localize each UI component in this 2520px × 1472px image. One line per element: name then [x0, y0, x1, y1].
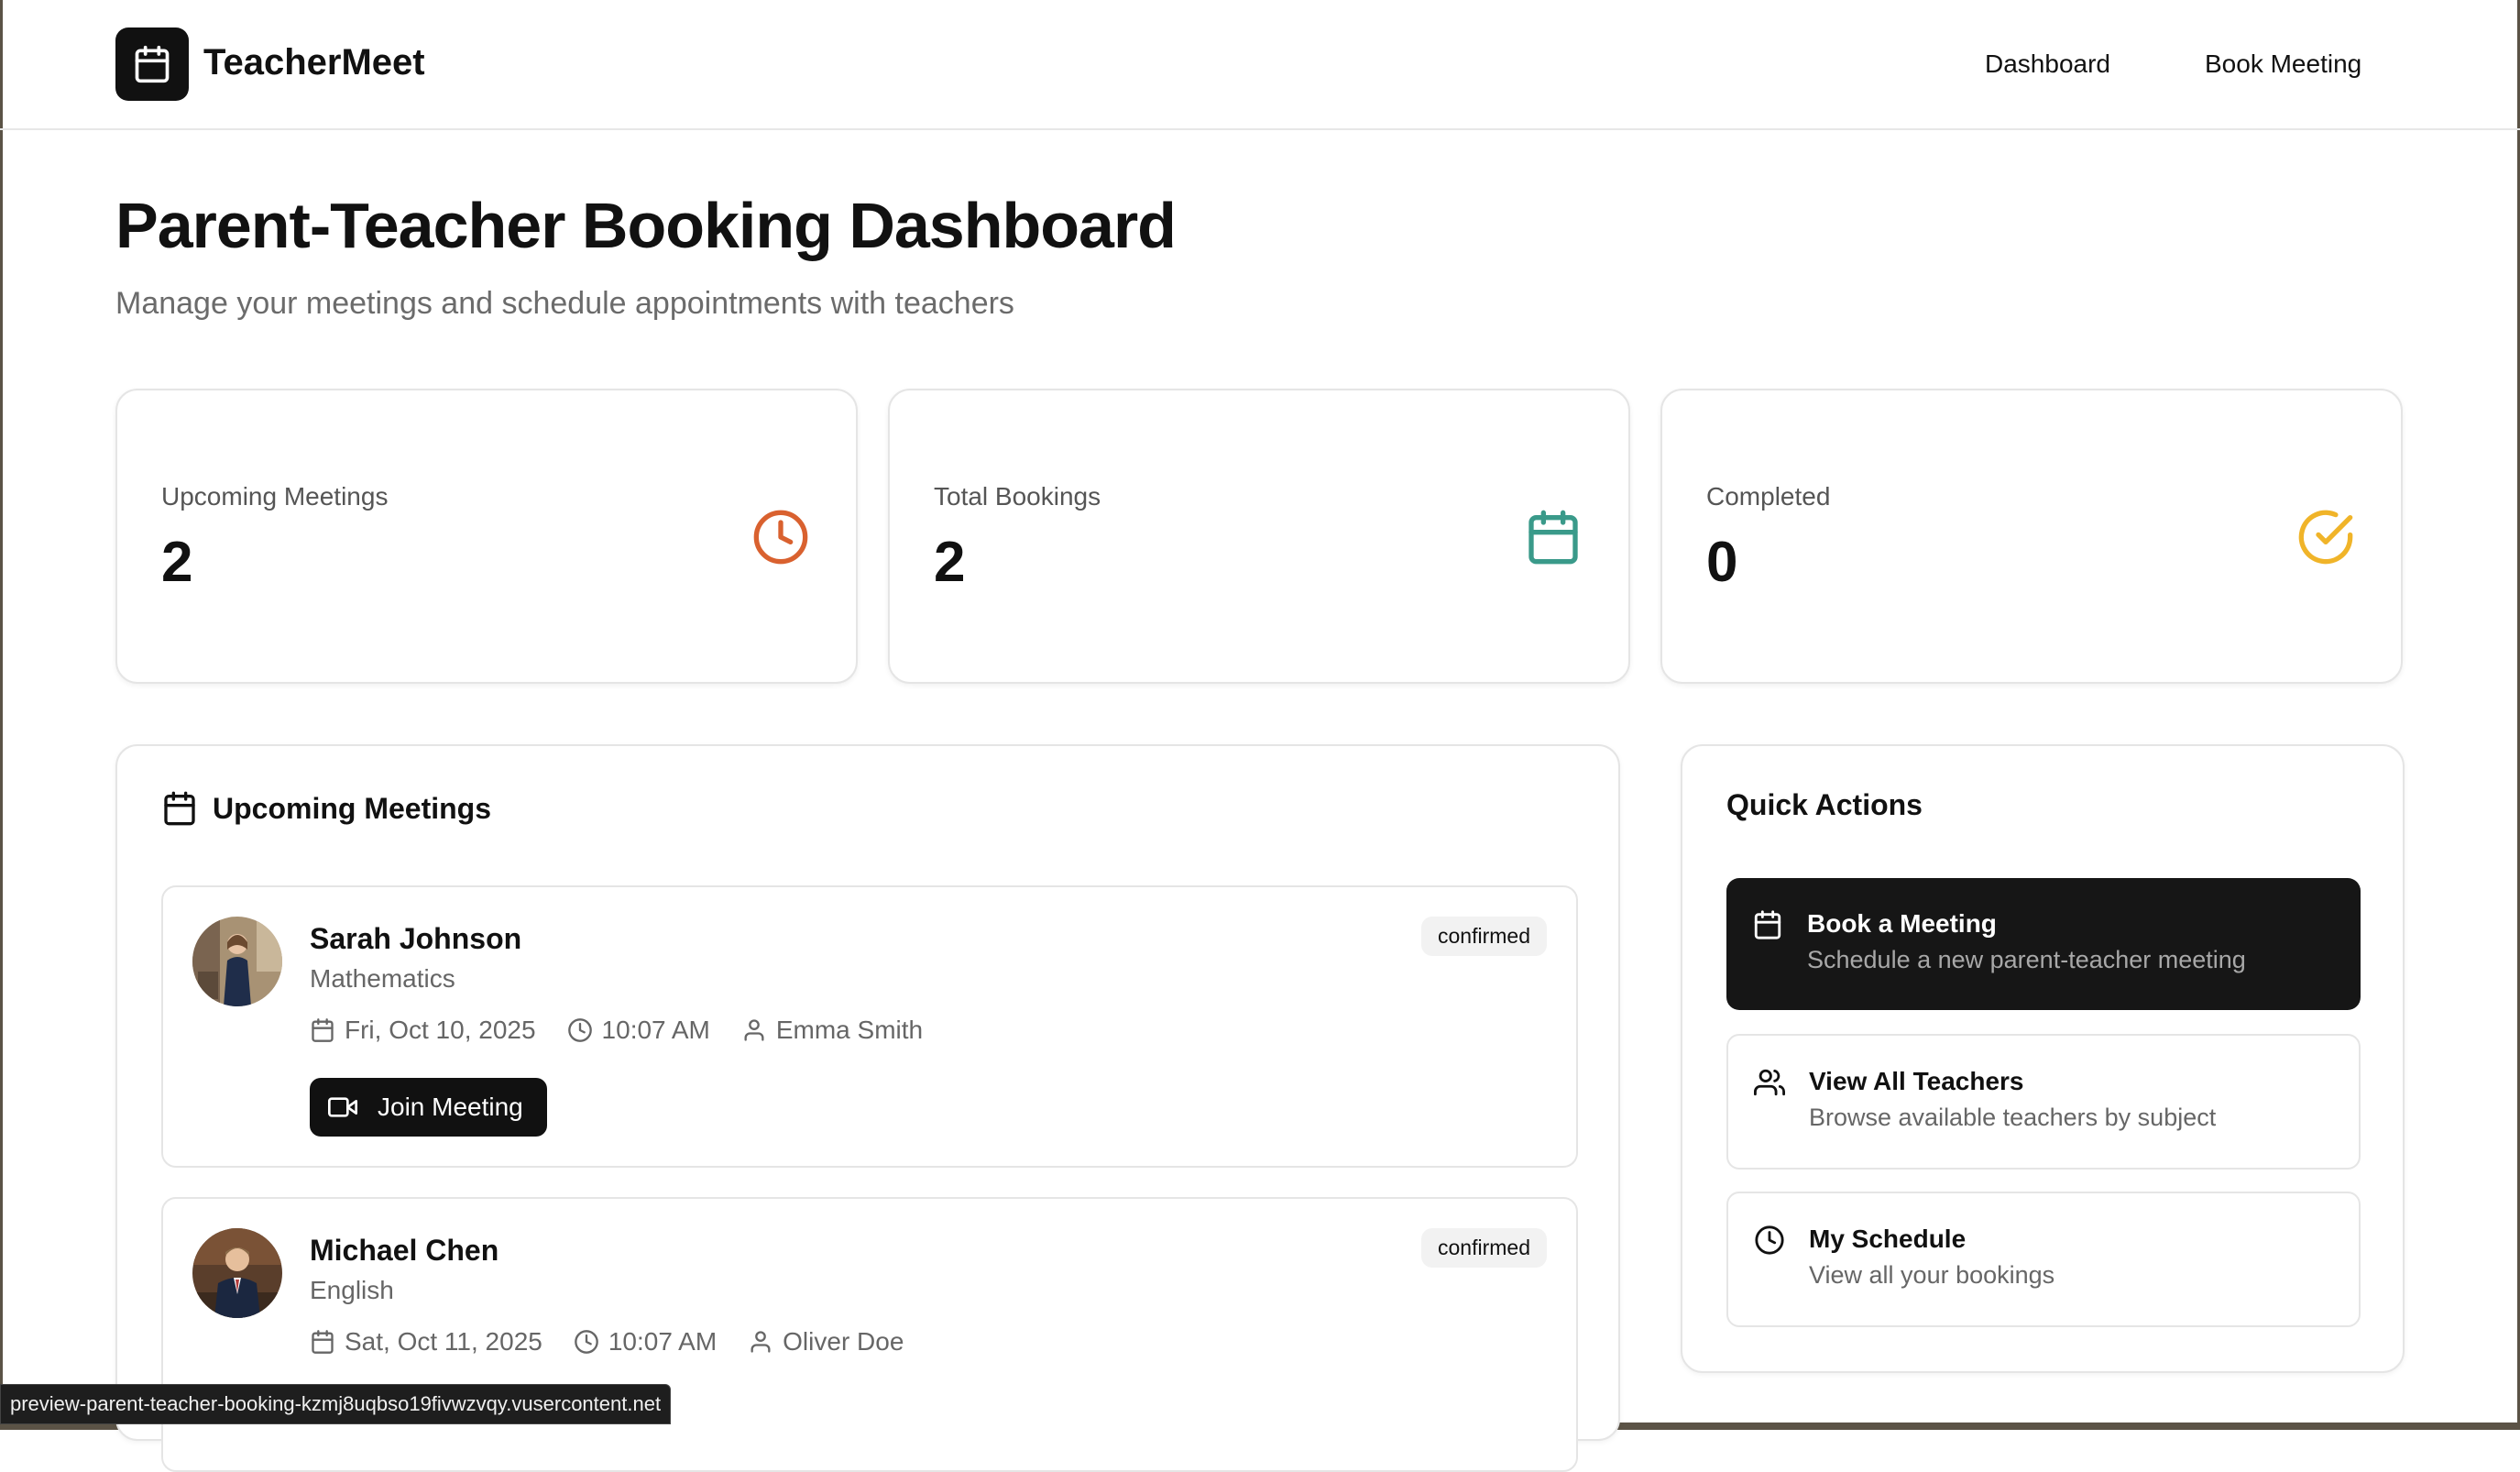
user-icon	[751, 1331, 771, 1353]
clock-icon	[575, 1330, 598, 1354]
view-teachers-action[interactable]: View All Teachers Browse available teach…	[1726, 1034, 2361, 1170]
meeting-card[interactable]: Michael Chen English confirmed Sat, Oct …	[161, 1197, 1578, 1472]
calendar-icon	[135, 45, 170, 83]
action-label: View All Teachers	[1809, 1067, 2024, 1095]
action-label: My Schedule	[1809, 1225, 1967, 1253]
my-schedule-action[interactable]: My Schedule View all your bookings	[1726, 1192, 2361, 1327]
teacher-name: Sarah Johnson	[310, 922, 522, 955]
meeting-meta: Fri, Oct 10, 2025 10:07 AM Emma Smith	[310, 1016, 954, 1045]
status-badge: confirmed	[1421, 917, 1547, 956]
student-name: Emma Smith	[775, 1016, 924, 1044]
calendar-icon	[312, 1018, 334, 1042]
brand-name[interactable]: TeacherMeet	[203, 42, 425, 83]
teacher-avatar	[192, 1228, 282, 1318]
app-logo[interactable]	[115, 27, 189, 101]
teacher-subject: English	[310, 1276, 394, 1304]
quick-actions-panel: Quick Actions Book a Meeting Schedule a …	[1681, 744, 2405, 1373]
join-meeting-button[interactable]: Join Meeting	[310, 1078, 547, 1137]
stat-label: Upcoming Meetings	[161, 482, 389, 511]
calendar-icon	[312, 1330, 334, 1354]
action-label: Book a Meeting	[1807, 909, 1997, 938]
stat-value: 2	[934, 531, 966, 594]
teacher-subject: Mathematics	[310, 964, 455, 993]
page-title: Parent-Teacher Booking Dashboard	[115, 190, 1177, 261]
status-bar-url: preview-parent-teacher-booking-kzmj8uqbs…	[0, 1384, 672, 1424]
calendar-icon	[164, 791, 195, 826]
window-frame-left	[0, 0, 3, 1430]
meeting-time: 10:07 AM	[608, 1327, 718, 1356]
status-badge: confirmed	[1421, 1228, 1547, 1268]
calendar-icon	[1754, 910, 1781, 939]
student-name: Oliver Doe	[783, 1327, 904, 1356]
join-meeting-label: Join Meeting	[378, 1093, 523, 1121]
meeting-card[interactable]: Sarah Johnson Mathematics confirmed Fri,…	[161, 885, 1578, 1168]
user-icon	[744, 1019, 764, 1041]
panel-title: Upcoming Meetings	[213, 792, 492, 825]
clock-icon	[567, 1018, 592, 1042]
meeting-date: Sat, Oct 11, 2025	[345, 1327, 542, 1356]
book-meeting-action[interactable]: Book a Meeting Schedule a new parent-tea…	[1726, 878, 2361, 1010]
video-icon	[328, 1097, 357, 1117]
users-icon	[1754, 1069, 1785, 1096]
stat-value: 0	[1706, 531, 1738, 594]
teacher-avatar	[192, 917, 282, 1006]
page-subtitle: Manage your meetings and schedule appoin…	[115, 286, 1014, 321]
stat-value: 2	[161, 531, 193, 594]
action-description: Schedule a new parent-teacher meeting	[1807, 946, 2246, 973]
calendar-icon	[1528, 510, 1578, 565]
clock-icon	[1755, 1225, 1784, 1255]
nav-book-meeting-link[interactable]: Book Meeting	[2205, 49, 2361, 79]
meeting-time: 10:07 AM	[601, 1016, 710, 1044]
check-circle-icon	[2298, 510, 2353, 565]
stat-label: Completed	[1706, 482, 1831, 511]
teacher-name: Michael Chen	[310, 1234, 499, 1267]
stat-card-upcoming: Upcoming Meetings 2	[115, 389, 858, 684]
upcoming-meetings-panel: Upcoming Meetings Sarah Johnson Mathemat…	[115, 744, 1620, 1472]
meeting-meta: Sat, Oct 11, 2025 10:07 AM Oliver Doe	[310, 1327, 935, 1357]
meeting-date: Fri, Oct 10, 2025	[345, 1016, 536, 1044]
stat-card-total: Total Bookings 2	[888, 389, 1630, 684]
nav-dashboard-link[interactable]: Dashboard	[1985, 49, 2110, 79]
action-description: Browse available teachers by subject	[1809, 1104, 2217, 1131]
stat-card-completed: Completed 0	[1660, 389, 2403, 684]
top-navbar: TeacherMeet Dashboard Book Meeting	[0, 0, 2520, 130]
action-description: View all your bookings	[1809, 1261, 2055, 1289]
clock-icon	[753, 510, 808, 565]
stat-label: Total Bookings	[934, 482, 1101, 511]
panel-title: Quick Actions	[1726, 788, 1923, 821]
